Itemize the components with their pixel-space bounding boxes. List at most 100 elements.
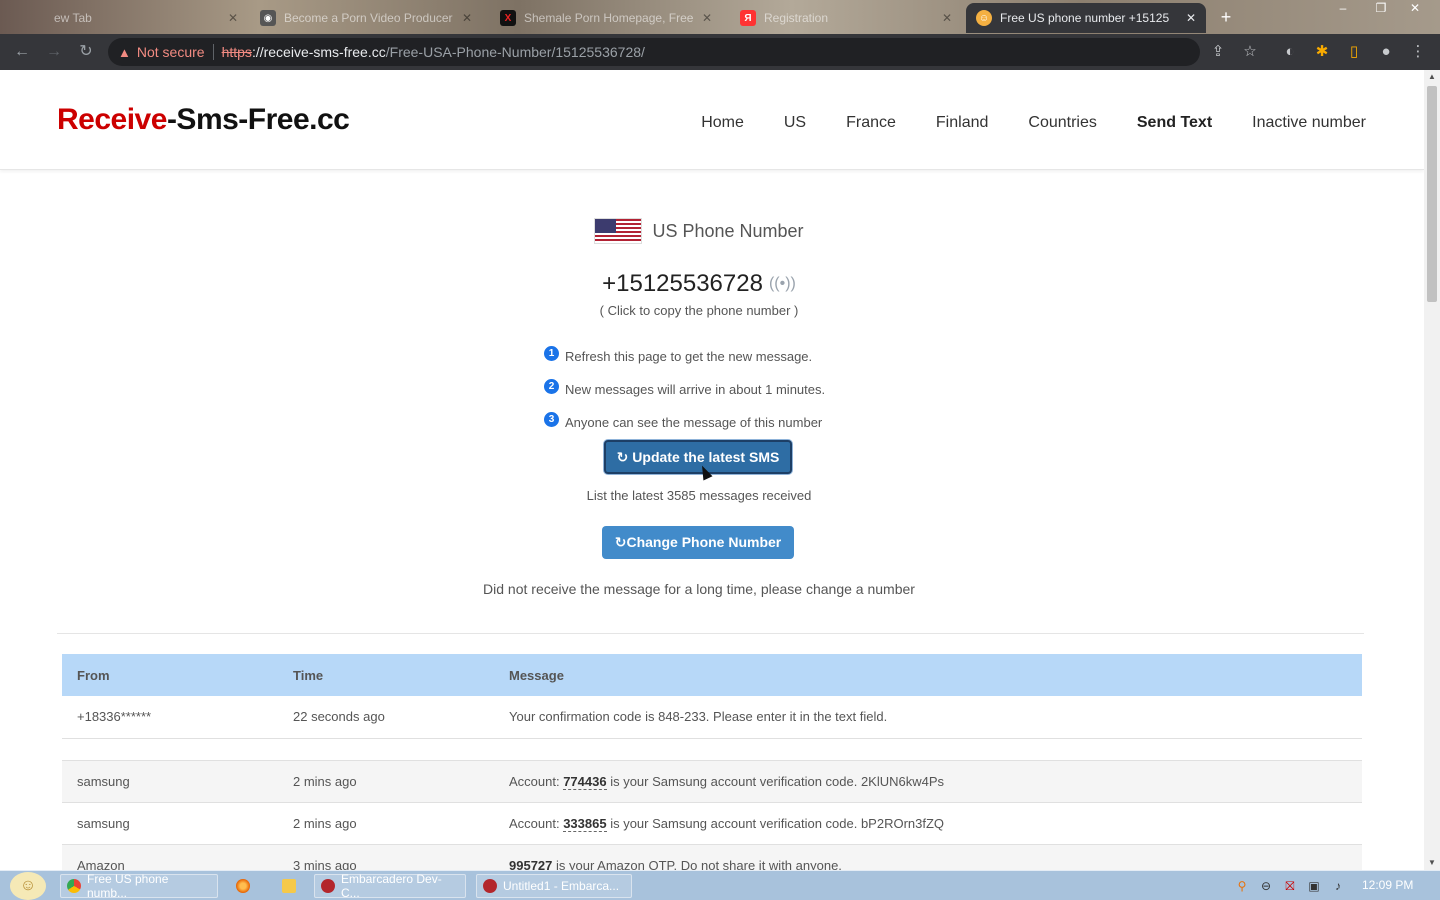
nav-send-text[interactable]: Send Text bbox=[1137, 114, 1212, 132]
close-tab-icon[interactable]: ✕ bbox=[462, 11, 472, 25]
nav-france[interactable]: France bbox=[846, 114, 896, 132]
tab-become-producer[interactable]: ◉ Become a Porn Video Producer ✕ bbox=[250, 3, 482, 33]
nav-finland[interactable]: Finland bbox=[936, 114, 988, 132]
country-heading: US Phone Number bbox=[0, 218, 1398, 244]
cell-time: 2 mins ago bbox=[278, 760, 494, 803]
cell-message: Account: 333865 is your Samsung account … bbox=[494, 802, 1362, 845]
cell-from: +18336****** bbox=[62, 696, 278, 739]
nav-countries[interactable]: Countries bbox=[1028, 114, 1096, 132]
share-icon[interactable]: ⇪ bbox=[1208, 42, 1228, 62]
close-tab-icon[interactable]: ✕ bbox=[1186, 11, 1196, 25]
sms-table: From Time Message +18336****** 22 second… bbox=[62, 654, 1362, 870]
broadcast-icon: ((•)) bbox=[768, 275, 796, 292]
volume-tray-icon[interactable]: ♪ bbox=[1330, 878, 1346, 894]
vpn-extension-icon[interactable]: ◐ bbox=[1280, 42, 1300, 62]
main-nav: Home US France Finland Countries Send Te… bbox=[701, 114, 1366, 132]
cell-from: Amazon bbox=[62, 844, 278, 870]
nav-inactive-number[interactable]: Inactive number bbox=[1252, 114, 1366, 132]
col-header-message: Message bbox=[494, 654, 1362, 696]
site-logo[interactable]: Receive-Sms-Free.cc bbox=[57, 103, 350, 137]
devcpp-icon bbox=[483, 879, 497, 893]
scroll-up-icon[interactable]: ▲ bbox=[1424, 70, 1440, 84]
verification-code[interactable]: 333865 bbox=[563, 815, 607, 832]
bookmark-star-icon[interactable]: ☆ bbox=[1240, 42, 1260, 62]
sms-site-icon: ☺ bbox=[976, 10, 992, 26]
scroll-down-icon[interactable]: ▼ bbox=[1424, 856, 1440, 870]
scroll-thumb[interactable] bbox=[1427, 86, 1437, 302]
verification-code[interactable]: 995727 bbox=[509, 858, 552, 871]
network-tray-icon[interactable]: ▣ bbox=[1306, 878, 1322, 894]
security-label[interactable]: Not secure bbox=[137, 44, 205, 60]
tab-new-tab[interactable]: ew Tab ✕ bbox=[20, 3, 248, 33]
tab-shemale-homepage[interactable]: X Shemale Porn Homepage, Free ✕ bbox=[490, 3, 722, 33]
minimize-icon[interactable]: ‒ bbox=[1330, 0, 1356, 18]
tab-strip: ew Tab ✕ ◉ Become a Porn Video Producer … bbox=[0, 0, 1440, 34]
copy-hint: ( Click to copy the phone number ) bbox=[599, 303, 799, 318]
table-row: samsung 2 mins ago Account: 774436 is yo… bbox=[62, 760, 1362, 803]
side-panel-icon[interactable]: ▯ bbox=[1344, 42, 1364, 62]
col-header-time: Time bbox=[278, 654, 494, 696]
tab-free-us-phone[interactable]: ☺ Free US phone number +15125 ✕ bbox=[966, 3, 1206, 33]
address-bar[interactable]: ▲ Not secure https://receive-sms-free.cc… bbox=[108, 38, 1200, 66]
not-received-text: Did not receive the message for a long t… bbox=[483, 581, 915, 597]
forward-icon[interactable]: → bbox=[42, 40, 66, 64]
menu-kebab-icon[interactable]: ⋮ bbox=[1408, 42, 1428, 62]
step-number-icon: 2 bbox=[544, 379, 559, 394]
taskbar-item-explorer[interactable] bbox=[276, 874, 302, 898]
url-host: ://receive-sms-free.cc bbox=[251, 44, 386, 60]
nav-home[interactable]: Home bbox=[701, 114, 744, 132]
search-tray-icon[interactable]: ⚲ bbox=[1234, 878, 1250, 894]
us-flag-icon bbox=[594, 218, 643, 244]
page-scrollbar[interactable]: ▲ ▼ bbox=[1424, 70, 1440, 870]
window-close-icon[interactable]: ✕ bbox=[1402, 0, 1428, 18]
back-icon[interactable]: ← bbox=[10, 40, 34, 64]
cell-from: samsung bbox=[62, 802, 278, 845]
change-number-button[interactable]: ↻Change Phone Number bbox=[602, 526, 794, 559]
taskbar-item-chrome[interactable]: Free US phone numb... bbox=[60, 872, 218, 900]
verification-code[interactable]: 774436 bbox=[563, 773, 607, 790]
instruction-steps: 1 Refresh this page to get the new messag… bbox=[544, 340, 825, 439]
divider bbox=[212, 44, 214, 60]
url-scheme: https bbox=[221, 44, 252, 60]
table-row: samsung 2 mins ago Account: 333865 is yo… bbox=[62, 802, 1362, 845]
start-button[interactable]: ☺ bbox=[10, 872, 46, 900]
reload-icon[interactable]: ↻ bbox=[74, 40, 98, 64]
web-page: Receive-Sms-Free.cc Home US France Finla… bbox=[0, 70, 1424, 870]
nav-us[interactable]: US bbox=[784, 114, 806, 132]
site-header: Receive-Sms-Free.cc Home US France Finla… bbox=[0, 70, 1424, 170]
phone-number[interactable]: +15125536728 bbox=[602, 270, 763, 298]
cell-time: 2 mins ago bbox=[278, 802, 494, 845]
table-header-row: From Time Message bbox=[62, 654, 1362, 696]
col-header-from: From bbox=[62, 654, 278, 696]
taskbar-clock[interactable]: 12:09 PM bbox=[1362, 878, 1413, 892]
close-tab-icon[interactable]: ✕ bbox=[942, 11, 952, 25]
table-row: +18336****** 22 seconds ago Your confirm… bbox=[62, 696, 1362, 739]
close-tab-icon[interactable]: ✕ bbox=[228, 11, 238, 25]
country-label: US Phone Number bbox=[652, 220, 804, 241]
close-tab-icon[interactable]: ✕ bbox=[702, 11, 712, 25]
firefox-icon bbox=[236, 879, 250, 893]
taskbar-item-untitled[interactable]: Untitled1 - Embarca... bbox=[476, 874, 632, 898]
folder-icon bbox=[282, 879, 296, 893]
taskbar-item-firefox[interactable] bbox=[230, 874, 256, 898]
language-tray-icon[interactable]: ⊖ bbox=[1258, 878, 1274, 894]
cell-from: samsung bbox=[62, 760, 278, 803]
phone-number-block[interactable]: +15125536728 ((•)) bbox=[0, 270, 1398, 298]
browser-toolbar: ← → ↻ ▲ Not secure https://receive-sms-f… bbox=[0, 34, 1440, 70]
site-icon: ◉ bbox=[260, 10, 276, 26]
chrome-icon bbox=[67, 879, 81, 893]
url-path: /Free-USA-Phone-Number/15125536728/ bbox=[385, 44, 645, 60]
warning-icon: ▲ bbox=[118, 44, 131, 60]
taskbar-item-devcpp[interactable]: Embarcadero Dev-C... bbox=[314, 872, 466, 900]
step-number-icon: 3 bbox=[544, 412, 559, 427]
profile-avatar-icon[interactable]: ● bbox=[1376, 42, 1396, 62]
security-tray-icon[interactable]: ⛝ bbox=[1282, 878, 1298, 894]
ad-spacer-row bbox=[62, 738, 1362, 761]
tab-registration[interactable]: Я Registration ✕ bbox=[730, 3, 962, 33]
cell-message: Your confirmation code is 848-233. Pleas… bbox=[494, 696, 1362, 739]
new-tab-button[interactable]: + bbox=[1214, 6, 1238, 28]
cell-message: 995727 is your Amazon OTP. Do not share … bbox=[494, 844, 1362, 870]
restore-icon[interactable]: ❐ bbox=[1368, 0, 1394, 18]
extensions-icon[interactable]: ✱ bbox=[1312, 42, 1332, 62]
step-number-icon: 1 bbox=[544, 346, 559, 361]
